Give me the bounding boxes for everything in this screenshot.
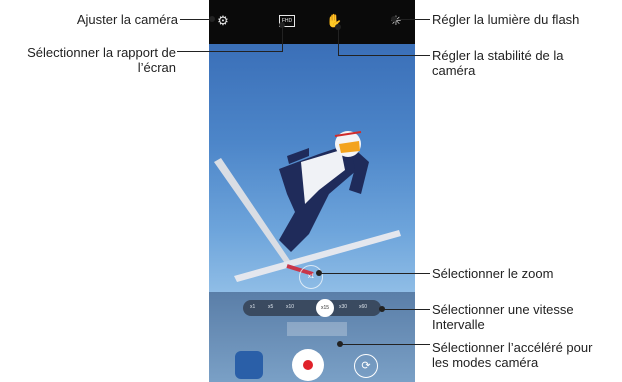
switch-camera-icon[interactable]: ⟳ [354,354,378,378]
callout-zoom: Sélectionner le zoom [432,266,554,281]
callout-stability: Régler la stabilité de la caméra [432,48,564,78]
speed-option-selected[interactable]: x15 [316,299,334,317]
speed-option[interactable]: x1 [250,304,255,310]
callout-modes: Sélectionner l’accéléré pour les modes c… [432,340,593,370]
speed-option[interactable]: x10 [286,304,294,310]
camera-top-bar: ⚙ FHD ✋ ✳ [209,0,415,44]
callout-settings: Ajuster la caméra [76,12,178,27]
settings-gear-icon[interactable]: ⚙ [215,13,231,29]
callout-ratio: Sélectionner la rapport de l’écran [27,45,176,75]
speed-option[interactable]: x30 [339,304,347,310]
zoom-button[interactable]: x1 [299,265,323,289]
callout-speed: Sélectionner une vitesse Intervalle [432,302,574,332]
phone-screen: ⚙ FHD ✋ ✳ x1 x1 x5 x10 x15 x30 x60 ⟳ [209,0,415,382]
speed-option[interactable]: x60 [359,304,367,310]
ski-jumper-image [214,131,401,282]
camera-mode-bar[interactable] [287,322,347,336]
gallery-thumbnail[interactable] [235,351,263,379]
speed-option[interactable]: x5 [268,304,273,310]
record-dot-icon [303,360,313,370]
camera-viewfinder: x1 [209,44,415,292]
callout-flash: Régler la lumière du flash [432,12,580,27]
